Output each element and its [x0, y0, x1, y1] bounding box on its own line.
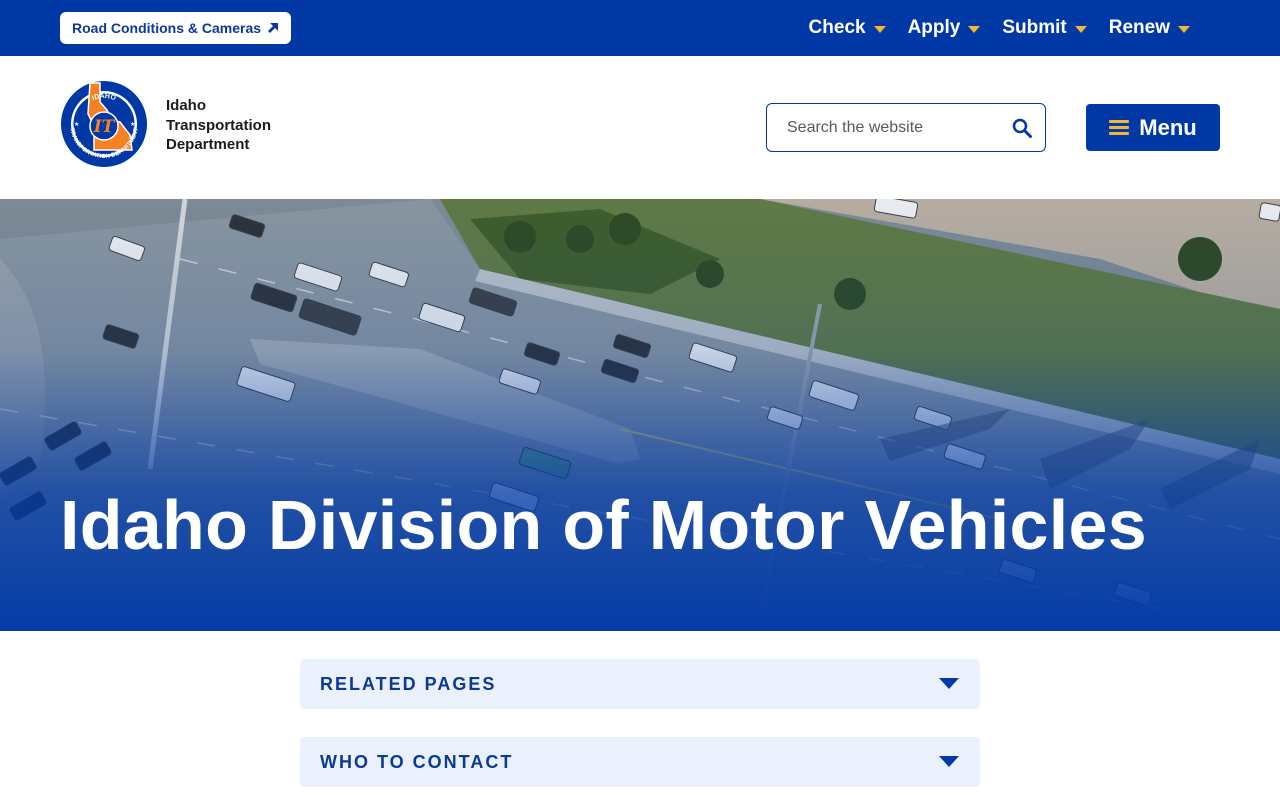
logo-monogram: IT	[93, 117, 116, 137]
accordion-label: WHO TO CONTACT	[320, 751, 514, 772]
top-nav-apply-label: Apply	[907, 17, 961, 38]
chevron-down-icon	[939, 678, 959, 689]
accordion-label: RELATED PAGES	[320, 673, 497, 694]
caret-down-icon	[873, 25, 886, 33]
top-nav-check-label: Check	[808, 17, 866, 38]
org-name-line: Transportation	[166, 116, 272, 134]
accordion-who-to-contact[interactable]: WHO TO CONTACT	[300, 737, 980, 787]
road-conditions-link[interactable]: Road Conditions & Cameras	[60, 12, 292, 44]
site-header: IT IDAHO TRANSPORTATION DEPARTMENT ★ ★ I…	[0, 56, 1280, 199]
top-nav-submit-label: Submit	[1002, 17, 1067, 38]
external-arrow-icon	[268, 23, 279, 33]
hamburger-icon	[1109, 120, 1130, 135]
search-icon[interactable]	[1011, 117, 1033, 139]
search-input[interactable]	[787, 118, 997, 137]
itd-logo[interactable]: IT IDAHO TRANSPORTATION DEPARTMENT ★ ★	[60, 80, 148, 168]
page-title: Idaho Division of Motor Vehicles	[60, 486, 1147, 564]
road-conditions-label: Road Conditions & Cameras	[72, 20, 262, 36]
accordion-related-pages[interactable]: RELATED PAGES	[300, 659, 980, 709]
chevron-down-icon	[939, 756, 959, 767]
menu-button[interactable]: Menu	[1086, 104, 1220, 151]
caret-down-icon	[1178, 25, 1190, 33]
utility-bar: Road Conditions & Cameras Check Apply Su…	[0, 0, 1280, 56]
caret-down-icon	[968, 25, 981, 33]
top-nav-apply[interactable]: Apply	[908, 17, 981, 39]
search-box	[766, 103, 1046, 152]
top-nav-check[interactable]: Check	[809, 17, 886, 39]
top-nav-submit[interactable]: Submit	[1002, 17, 1087, 39]
star-icon: ★	[130, 121, 135, 128]
hero-overlay	[0, 199, 1280, 631]
org-name-line: Idaho	[166, 97, 206, 114]
star-icon: ★	[74, 121, 79, 128]
top-nav-renew-label: Renew	[1108, 17, 1170, 38]
top-nav-renew[interactable]: Renew	[1109, 17, 1190, 39]
menu-label: Menu	[1139, 114, 1197, 140]
org-name[interactable]: Idaho Transportation Department	[166, 96, 271, 155]
org-name-line: Department	[166, 136, 250, 153]
top-nav: Check Apply Submit Renew	[809, 0, 1190, 56]
caret-down-icon	[1074, 25, 1087, 33]
hero-banner: Idaho Division of Motor Vehicles	[0, 199, 1280, 631]
